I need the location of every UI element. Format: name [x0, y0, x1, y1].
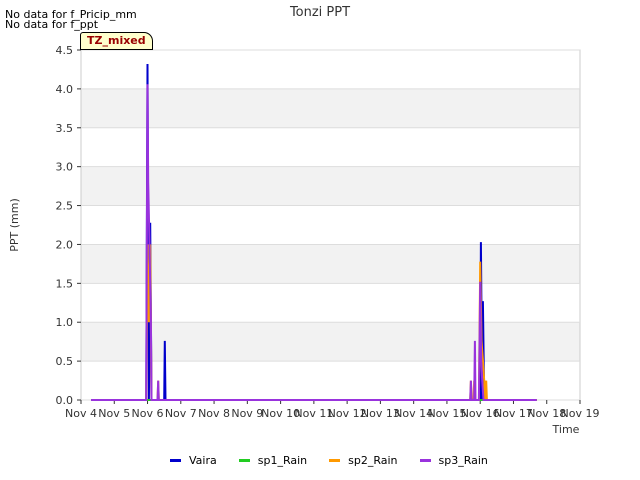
grid-band — [81, 166, 580, 206]
y-axis-label: PPT (mm) — [8, 198, 21, 252]
legend-swatch — [329, 459, 341, 462]
legend: Vaira sp1_Rain sp2_Rain sp3_Rain — [170, 454, 488, 467]
x-axis-label: Time — [552, 423, 580, 436]
y-tick-label: 2.0 — [56, 238, 74, 251]
legend-label: sp1_Rain — [257, 454, 308, 467]
y-tick-label: 3.0 — [56, 161, 74, 174]
x-tick-label: Nov 8 — [198, 407, 230, 420]
legend-item: sp1_Rain — [238, 454, 308, 467]
y-tick-label: 4.5 — [56, 44, 74, 57]
y-tick-label: 1.5 — [56, 277, 74, 290]
grid-band — [81, 88, 580, 128]
chart: 0.00.51.01.52.02.53.03.54.04.5 Nov 4 Nov … — [8, 5, 599, 436]
y-tick-label: 4.0 — [56, 83, 74, 96]
y-tick-label: 2.5 — [56, 200, 74, 213]
x-tick-label: Nov 19 — [561, 407, 600, 420]
legend-label: sp2_Rain — [348, 454, 398, 467]
legend-swatch — [419, 459, 431, 462]
y-tick-label: 3.5 — [56, 122, 74, 135]
y-tick-label: 0.0 — [56, 394, 74, 407]
y-tick-label: 1.0 — [56, 316, 74, 329]
x-tick-label: Nov 7 — [165, 407, 197, 420]
grid-band — [81, 244, 580, 284]
x-axis: Nov 4 Nov 5 Nov 6 Nov 7 Nov 8 Nov 9Nov 10Nov … — [65, 400, 599, 420]
legend-item: sp2_Rain — [329, 454, 398, 467]
x-tick-label: Nov 9 — [231, 407, 263, 420]
grid-bands — [81, 88, 580, 362]
grid-band — [81, 322, 580, 362]
legend-label: sp3_Rain — [438, 454, 488, 467]
site-badge: TZ_mixed — [80, 32, 153, 50]
y-tick-label: 0.5 — [56, 355, 74, 368]
x-tick-label: Nov 5 — [98, 407, 130, 420]
legend-item: sp3_Rain — [419, 454, 488, 467]
legend-label: Vaira — [189, 454, 217, 467]
x-tick-label: Nov 6 — [132, 407, 164, 420]
chart-title: Tonzi PPT — [289, 5, 350, 20]
legend-swatch — [238, 459, 250, 462]
legend-item: Vaira — [170, 454, 217, 467]
legend-swatch — [170, 459, 181, 462]
x-tick-label: Nov 4 — [65, 407, 97, 420]
